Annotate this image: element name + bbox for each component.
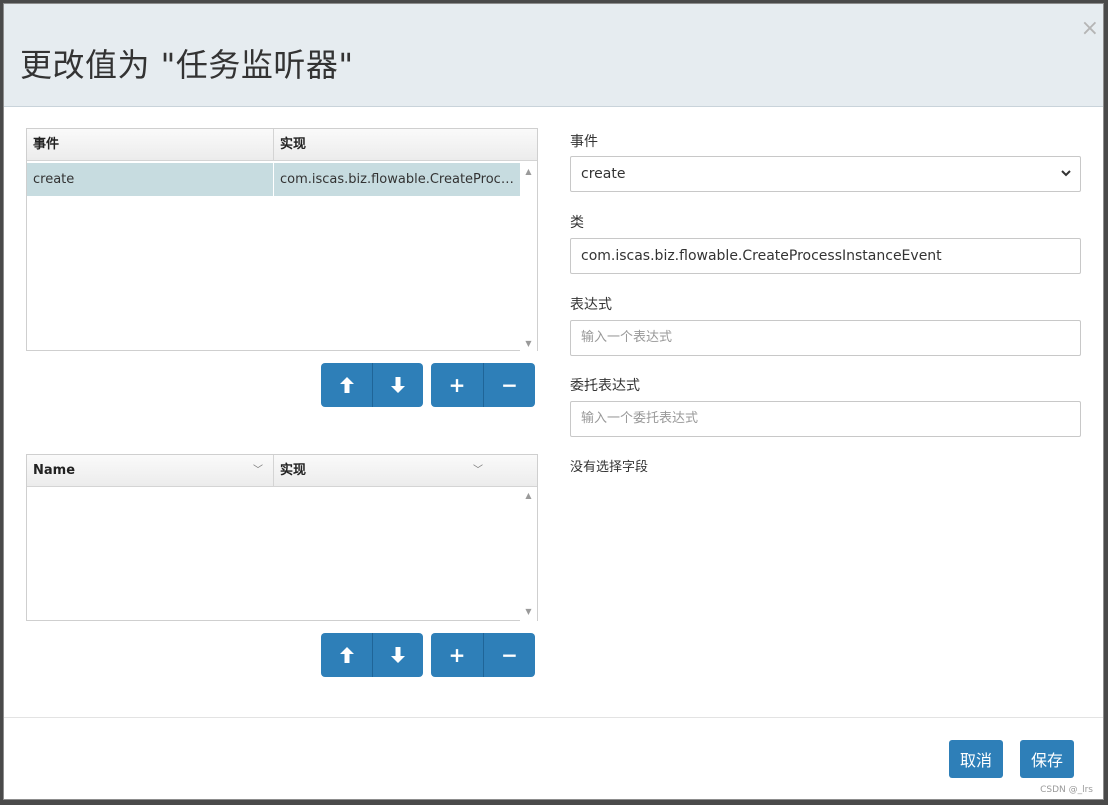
event-select[interactable]: create	[570, 156, 1081, 192]
chevron-down-icon	[1060, 157, 1072, 204]
scroll-up-arrow-icon[interactable]: ▲	[520, 165, 537, 179]
scroll-up-arrow-icon[interactable]: ▲	[520, 489, 537, 503]
move-up-button[interactable]	[321, 633, 372, 677]
arrow-down-icon	[391, 647, 405, 663]
field-grid-body: ▲ ▼	[27, 487, 537, 621]
field-grid-header: Name ﹀ 实现 ﹀	[27, 455, 537, 487]
table-row[interactable]: create com.iscas.biz.flowable.CreateProc…	[27, 163, 520, 196]
scroll-down-arrow-icon[interactable]: ▼	[520, 337, 537, 351]
footer-divider	[4, 717, 1103, 718]
arrow-down-icon	[391, 377, 405, 393]
listener-grid-scrollbar[interactable]: ▲ ▼	[520, 163, 537, 353]
listener-grid: 事件 实现 create com.iscas.biz.flowable.Crea…	[26, 128, 538, 353]
column-header-implementation-label: 实现	[280, 463, 307, 478]
remove-field-button[interactable]: −	[483, 633, 535, 677]
move-up-button[interactable]	[321, 363, 372, 407]
save-button[interactable]: 保存	[1020, 740, 1075, 778]
add-listener-button[interactable]: +	[431, 363, 483, 407]
column-header-event[interactable]: 事件	[27, 129, 274, 160]
close-icon[interactable]: ×	[1081, 18, 1099, 40]
column-header-implementation[interactable]: 实现 ﹀	[274, 455, 537, 486]
move-down-button[interactable]	[372, 363, 423, 407]
event-label: 事件	[570, 134, 598, 150]
column-header-name[interactable]: Name ﹀	[27, 455, 274, 486]
arrow-up-icon	[339, 377, 354, 393]
task-listener-dialog: 更改值为 "任务监听器" × 事件 实现 create com.iscas.bi…	[3, 3, 1104, 800]
listener-grid-body: create com.iscas.biz.flowable.CreateProc…	[27, 163, 537, 353]
delegate-expression-label: 委托表达式	[570, 378, 640, 394]
listener-grid-header: 事件 实现	[27, 129, 537, 161]
no-field-selected-text: 没有选择字段	[570, 460, 649, 475]
remove-listener-button[interactable]: −	[483, 363, 535, 407]
column-header-name-label: Name	[33, 463, 76, 478]
field-order-buttons	[321, 633, 423, 677]
class-input[interactable]: com.iscas.biz.flowable.CreateProcessInst…	[570, 238, 1081, 274]
chevron-down-icon[interactable]: ﹀	[253, 455, 263, 486]
move-down-button[interactable]	[372, 633, 423, 677]
arrow-up-icon	[339, 647, 354, 663]
delegate-expression-input[interactable]: 输入一个委托表达式	[570, 401, 1081, 437]
field-grid-scrollbar[interactable]: ▲ ▼	[520, 487, 537, 621]
class-label: 类	[570, 215, 584, 231]
expression-label: 表达式	[570, 297, 612, 313]
cell-implementation: com.iscas.biz.flowable.CreateProces...	[280, 172, 520, 187]
listener-order-buttons	[321, 363, 423, 407]
chevron-down-icon[interactable]: ﹀	[473, 455, 483, 486]
field-grid: Name ﹀ 实现 ﹀ ▲ ▼	[26, 454, 538, 621]
dialog-header: 更改值为 "任务监听器" ×	[4, 4, 1103, 107]
cell-event: create	[27, 163, 274, 196]
column-header-implementation[interactable]: 实现	[274, 129, 537, 160]
cancel-button[interactable]: 取消	[949, 740, 1004, 778]
scroll-down-arrow-icon[interactable]: ▼	[520, 605, 537, 619]
expression-input[interactable]: 输入一个表达式	[570, 320, 1081, 356]
add-field-button[interactable]: +	[431, 633, 483, 677]
field-edit-buttons: + −	[431, 633, 535, 677]
dialog-title: 更改值为 "任务监听器"	[20, 46, 354, 84]
listener-edit-buttons: + −	[431, 363, 535, 407]
event-select-value: create	[581, 166, 626, 182]
watermark: CSDN @_lrs	[1040, 785, 1093, 795]
